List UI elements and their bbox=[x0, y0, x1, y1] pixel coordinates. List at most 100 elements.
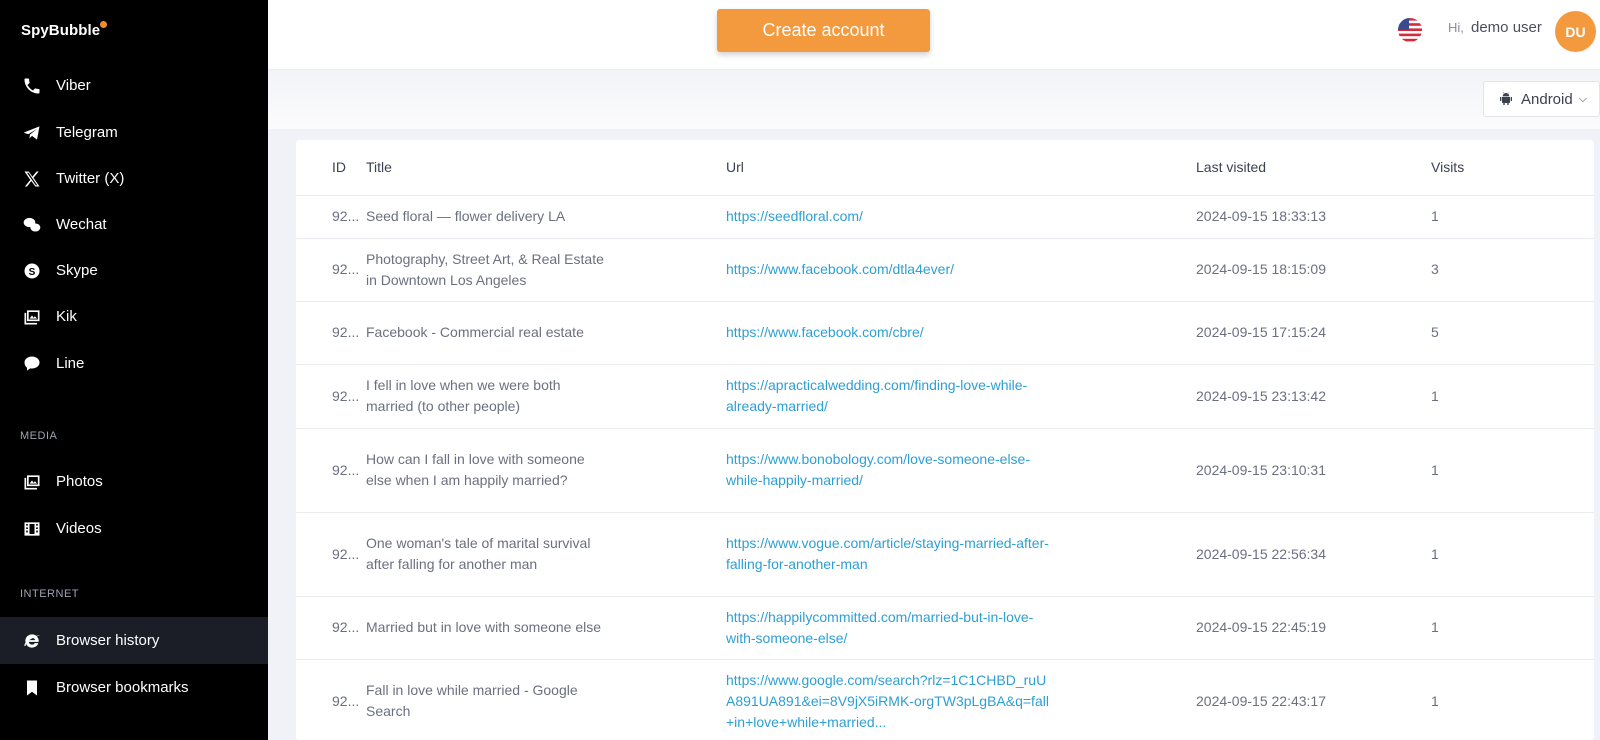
cell-id: 92... bbox=[296, 659, 366, 740]
cell-visits: 3 bbox=[1431, 238, 1594, 302]
sub-bar: Android ⌵ bbox=[268, 71, 1600, 129]
sidebar-item-label: Photos bbox=[56, 473, 103, 490]
sidebar-item-skype[interactable]: S Skype bbox=[0, 247, 268, 294]
cell-id: 92... bbox=[296, 512, 366, 597]
cell-title: Seed floral — flower delivery LA bbox=[366, 208, 566, 224]
table-header-row: ID Title Url Last visited Visits bbox=[296, 140, 1594, 196]
column-header-visits[interactable]: Visits bbox=[1431, 140, 1594, 196]
film-icon bbox=[21, 518, 43, 540]
cell-url-link[interactable]: https://happilycommitted.com/married-but… bbox=[726, 609, 1033, 646]
sidebar-item-label: Browser history bbox=[56, 632, 160, 649]
sidebar-item-label: Telegram bbox=[56, 124, 118, 141]
bookmark-icon bbox=[21, 677, 43, 699]
sidebar-item-label: Kik bbox=[56, 308, 77, 325]
cell-title: Married but in love with someone else bbox=[366, 619, 602, 635]
browser-history-table-card: ID Title Url Last visited Visits 92... S… bbox=[296, 140, 1594, 740]
table-row[interactable]: 92... Photography, Street Art, & Real Es… bbox=[296, 238, 1594, 302]
cell-url-link[interactable]: https://seedfloral.com/ bbox=[726, 208, 863, 224]
cell-visits: 1 bbox=[1431, 596, 1594, 660]
column-header-title[interactable]: Title bbox=[366, 140, 726, 196]
phone-icon bbox=[21, 75, 43, 97]
device-select-value: Android bbox=[1521, 90, 1573, 108]
cell-last-visited: 2024-09-15 18:15:09 bbox=[1196, 238, 1431, 302]
device-select[interactable]: Android ⌵ bbox=[1483, 81, 1600, 117]
sidebar-item-photos[interactable]: Photos bbox=[0, 458, 268, 505]
logo[interactable]: SpyBubble bbox=[21, 22, 100, 39]
create-account-button[interactable]: Create account bbox=[717, 9, 930, 52]
cell-url-link[interactable]: https://www.google.com/search?rlz=1C1CHB… bbox=[726, 672, 1049, 730]
wechat-icon bbox=[21, 214, 43, 236]
logo-dot bbox=[100, 21, 107, 28]
section-label-media: MEDIA bbox=[20, 430, 58, 442]
cell-visits: 1 bbox=[1431, 428, 1594, 513]
cell-url-link[interactable]: https://www.bonobology.com/love-someone-… bbox=[726, 451, 1030, 488]
top-bar: Create account Hi, demo user DU bbox=[268, 0, 1600, 70]
cell-id: 92... bbox=[296, 428, 366, 513]
cell-last-visited: 2024-09-15 23:10:31 bbox=[1196, 428, 1431, 513]
skype-icon: S bbox=[21, 260, 43, 282]
cell-url-link[interactable]: https://www.vogue.com/article/staying-ma… bbox=[726, 535, 1049, 572]
cell-id: 92... bbox=[296, 238, 366, 302]
cell-title: Photography, Street Art, & Real Estate i… bbox=[366, 250, 604, 288]
cell-visits: 5 bbox=[1431, 301, 1594, 365]
sidebar-item-label: Twitter (X) bbox=[56, 170, 125, 187]
photos-icon bbox=[21, 471, 43, 493]
sidebar-item-label: Videos bbox=[56, 520, 102, 537]
cell-last-visited: 2024-09-15 17:15:24 bbox=[1196, 301, 1431, 365]
sidebar-item-wechat[interactable]: Wechat bbox=[0, 201, 268, 248]
us-flag-icon[interactable] bbox=[1398, 18, 1422, 42]
cell-title: Fall in love while married - Google Sear… bbox=[366, 682, 578, 719]
section-label-internet: INTERNET bbox=[20, 588, 79, 600]
column-header-last-visited[interactable]: Last visited bbox=[1196, 140, 1431, 196]
cell-id: 92... bbox=[296, 364, 366, 429]
sidebar-item-twitter[interactable]: Twitter (X) bbox=[0, 155, 268, 202]
sidebar-item-label: Skype bbox=[56, 262, 98, 279]
cell-url-link[interactable]: https://apracticalwedding.com/finding-lo… bbox=[726, 377, 1027, 414]
cell-last-visited: 2024-09-15 23:13:42 bbox=[1196, 364, 1431, 429]
sidebar-item-label: Line bbox=[56, 355, 85, 372]
sidebar-item-browser-history[interactable]: Browser history bbox=[0, 617, 268, 664]
avatar[interactable]: DU bbox=[1555, 11, 1596, 52]
cell-last-visited: 2024-09-15 18:33:13 bbox=[1196, 195, 1431, 239]
table-row[interactable]: 92... Seed floral — flower delivery LA h… bbox=[296, 195, 1594, 239]
cell-last-visited: 2024-09-15 22:56:34 bbox=[1196, 512, 1431, 597]
table-row[interactable]: 92... Married but in love with someone e… bbox=[296, 596, 1594, 660]
column-header-url[interactable]: Url bbox=[726, 140, 1196, 196]
cell-url-link[interactable]: https://www.facebook.com/cbre/ bbox=[726, 324, 924, 340]
cell-title: How can I fall in love with someone else… bbox=[366, 451, 585, 488]
table-row[interactable]: 92... One woman's tale of marital surviv… bbox=[296, 512, 1594, 597]
cell-title: I fell in love when we were both married… bbox=[366, 377, 561, 414]
cell-id: 92... bbox=[296, 596, 366, 660]
column-header-id[interactable]: ID bbox=[296, 140, 366, 196]
greeting: Hi, bbox=[1448, 20, 1464, 35]
cell-url-link[interactable]: https://www.facebook.com/dtla4ever/ bbox=[726, 261, 954, 277]
telegram-icon bbox=[21, 122, 43, 144]
sidebar-item-videos[interactable]: Videos bbox=[0, 505, 268, 552]
sidebar: SpyBubble Viber Telegram Twitter (X) Wec… bbox=[0, 0, 268, 740]
cell-visits: 1 bbox=[1431, 512, 1594, 597]
svg-text:S: S bbox=[29, 266, 36, 277]
android-icon bbox=[1498, 91, 1514, 107]
table-row[interactable]: 92... Fall in love while married - Googl… bbox=[296, 659, 1594, 740]
browser-e-icon bbox=[21, 630, 43, 652]
cell-visits: 1 bbox=[1431, 195, 1594, 239]
browser-history-table: ID Title Url Last visited Visits 92... S… bbox=[296, 140, 1594, 740]
cell-visits: 1 bbox=[1431, 659, 1594, 740]
table-row[interactable]: 92... I fell in love when we were both m… bbox=[296, 364, 1594, 429]
sidebar-item-browser-bookmarks[interactable]: Browser bookmarks bbox=[0, 664, 268, 711]
table-row[interactable]: 92... How can I fall in love with someon… bbox=[296, 428, 1594, 513]
cell-title: One woman's tale of marital survival aft… bbox=[366, 535, 591, 572]
sidebar-item-line[interactable]: Line bbox=[0, 340, 268, 387]
cell-last-visited: 2024-09-15 22:45:19 bbox=[1196, 596, 1431, 660]
cell-id: 92... bbox=[296, 195, 366, 239]
line-icon bbox=[21, 353, 43, 375]
username[interactable]: demo user bbox=[1471, 19, 1542, 36]
sidebar-item-kik[interactable]: Kik bbox=[0, 293, 268, 340]
sidebar-item-viber[interactable]: Viber bbox=[0, 62, 268, 109]
cell-visits: 1 bbox=[1431, 364, 1594, 429]
sidebar-item-telegram[interactable]: Telegram bbox=[0, 109, 268, 156]
table-row[interactable]: 92... Facebook - Commercial real estate … bbox=[296, 301, 1594, 365]
sidebar-item-label: Viber bbox=[56, 77, 91, 94]
cell-id: 92... bbox=[296, 301, 366, 365]
sidebar-item-label: Wechat bbox=[56, 216, 107, 233]
